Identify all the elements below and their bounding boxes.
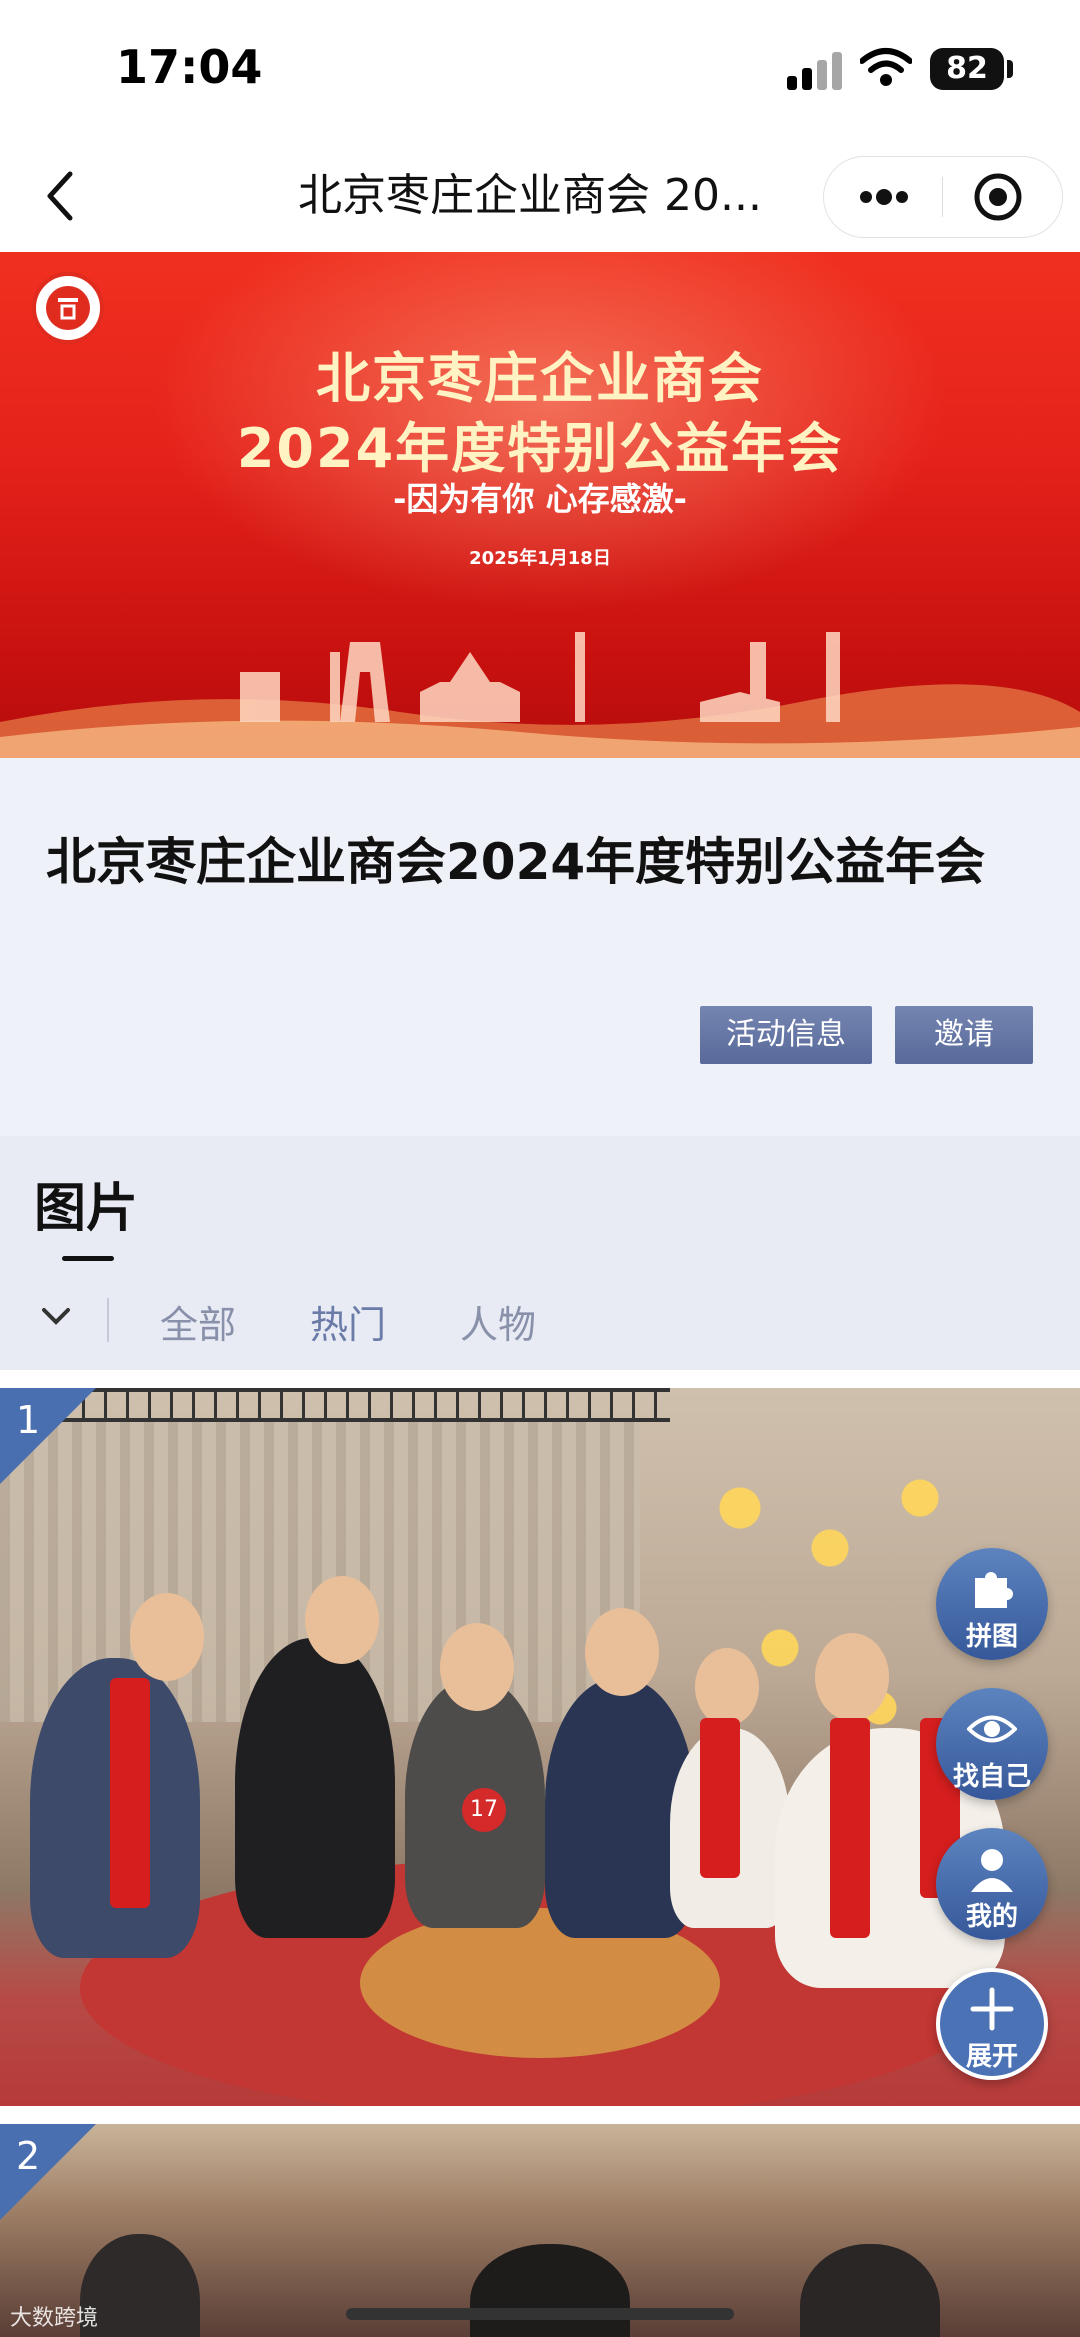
tab-hot[interactable]: 热门 (310, 1294, 386, 1349)
invite-button[interactable]: 邀请 (895, 1006, 1033, 1064)
photos-section-header: 图片 全部 热门 人物 (0, 1136, 1080, 1370)
photo-index-label: 2 (16, 2134, 41, 2178)
tab-all[interactable]: 全部 (160, 1294, 236, 1349)
back-arrow-icon[interactable] (40, 168, 80, 224)
red-scarf (110, 1678, 150, 1908)
banner-date: 2025年1月18日 (469, 548, 611, 569)
guest-head (695, 1648, 759, 1726)
red-scarf (830, 1718, 870, 1938)
event-banner: 北京枣庄企业商会 2024年度特别公益年会 -因为有你 心存感激- 2025年1… (0, 252, 1080, 758)
mine-button[interactable]: 我的 (936, 1828, 1048, 1940)
event-title: 北京枣庄企业商会2024年度特别公益年会 (46, 833, 986, 891)
guest-head (585, 1608, 659, 1696)
page-title: 北京枣庄企业商会 20... (298, 170, 762, 221)
find-myself-button[interactable]: 找自己 (936, 1688, 1048, 1800)
tab-people[interactable]: 人物 (460, 1294, 536, 1349)
close-miniprogram-icon[interactable] (972, 171, 1024, 223)
puzzle-label: 拼图 (965, 1622, 1018, 1652)
guest-figure (235, 1638, 395, 1938)
guest-head (440, 1623, 514, 1711)
guest-head (815, 1633, 889, 1721)
capsule-divider (942, 177, 943, 217)
status-time: 17:04 (116, 40, 263, 94)
red-scarf (700, 1718, 740, 1878)
photo-index-badge (0, 1388, 96, 1484)
photos-heading: 图片 (34, 1179, 139, 1239)
chevron-down-icon[interactable] (40, 1306, 72, 1328)
find-myself-label: 找自己 (952, 1762, 1031, 1792)
expand-button[interactable]: 展开 (936, 1968, 1048, 2080)
event-info-panel: 北京枣庄企业商会2024年度特别公益年会 活动信息 邀请 (0, 758, 1080, 1136)
wifi-icon (860, 48, 912, 86)
photos-heading-underline (62, 1256, 114, 1261)
eye-icon (967, 1715, 1017, 1743)
puzzle-button[interactable]: 拼图 (936, 1548, 1048, 1660)
battery-icon: 82 (930, 48, 1004, 90)
expand-label: 展开 (965, 2042, 1018, 2072)
battery-level: 82 (946, 51, 988, 86)
guest-head (130, 1593, 204, 1681)
filter-divider (107, 1298, 109, 1342)
cellular-signal-icon (787, 50, 843, 90)
photo-item[interactable]: 17 1 (0, 1388, 1080, 2106)
guest-head (305, 1576, 379, 1664)
table-number-card: 17 (462, 1788, 506, 1832)
lighting-truss (60, 1388, 670, 1422)
more-icon[interactable] (854, 175, 914, 219)
navigation-bar: 北京枣庄企业商会 20... (0, 140, 1080, 252)
banner-subtitle: -因为有你 心存感激- (393, 480, 687, 518)
user-icon (971, 1849, 1013, 1892)
photo-index-label-wrap: 2 (0, 2124, 96, 2220)
battery-tip (1007, 60, 1013, 78)
mine-label: 我的 (965, 1902, 1018, 1932)
guest-figure (470, 2244, 630, 2337)
miniprogram-capsule (823, 156, 1063, 238)
plus-icon (970, 1987, 1014, 2031)
guest-figure (800, 2244, 940, 2337)
status-bar: 17:04 82 (0, 0, 1080, 140)
banner-title-line2: 2024年度特别公益年会 (236, 417, 844, 480)
activity-info-button[interactable]: 活动信息 (700, 1006, 872, 1064)
watermark: 大数跨境 (10, 2306, 99, 2331)
puzzle-icon (975, 1572, 1013, 1608)
city-skyline-illustration (0, 632, 1080, 758)
home-indicator[interactable] (346, 2308, 734, 2320)
banner-title-line1: 北京枣庄企业商会 (316, 347, 764, 410)
photo-item[interactable]: 2 (0, 2124, 1080, 2337)
